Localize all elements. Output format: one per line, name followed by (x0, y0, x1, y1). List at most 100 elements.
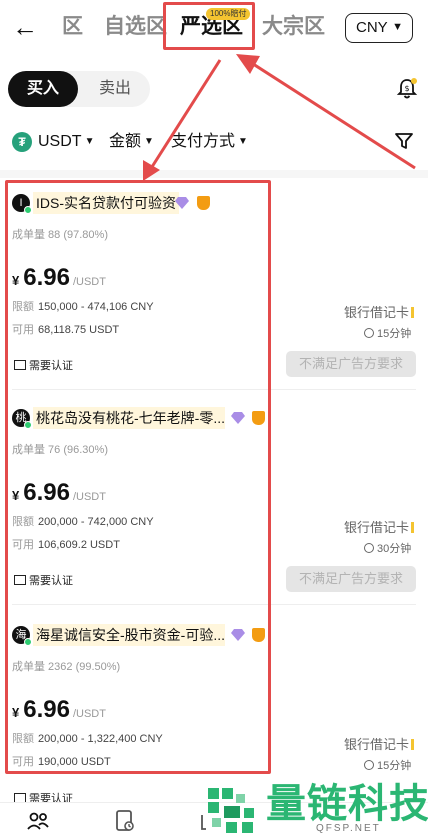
diamond-icon (175, 197, 189, 209)
payment-method: 银行借记卡 (344, 517, 415, 536)
available-value: 68,118.75 USDT (38, 324, 120, 336)
verify-label: 需要认证 (29, 360, 73, 372)
payment-label: 银行借记卡 (344, 305, 410, 320)
available-value: 190,000 USDT (38, 756, 111, 768)
ad-card[interactable]: 桃 桃花岛没有桃花-七年老牌-零... 成单量 76 (96.30%) ¥6.9… (0, 395, 428, 605)
price: ¥6.96/USDT (12, 479, 106, 507)
watermark-text: 量链科技 (266, 782, 428, 826)
limit-row: 限额 200,000 - 742,000 CNY (12, 513, 154, 529)
filter-bar: ₮ USDT ▼ 金额 ▼ 支付方式 ▼ (0, 124, 428, 160)
avatar-letter: I (19, 197, 23, 209)
back-arrow-icon[interactable]: ← (12, 12, 38, 42)
clock-icon (364, 328, 374, 338)
ad-card[interactable]: I IDS-实名贷款付可验资 成单量 88 (97.80%) ¥6.96/USD… (0, 180, 428, 390)
caret-down-icon: ▼ (392, 21, 403, 33)
id-card-icon (14, 575, 26, 585)
payment-method: 银行借记卡 (344, 734, 415, 753)
available-value: 106,609.2 USDT (38, 539, 120, 551)
price-value: 6.96 (23, 264, 70, 291)
buy-button[interactable]: 买入 (8, 71, 78, 107)
coin-filter-label: USDT (38, 133, 82, 150)
brand-logo-icon (208, 788, 254, 833)
coin-filter[interactable]: USDT ▼ (38, 130, 94, 154)
limit-label: 限额 (12, 516, 34, 528)
available-row: 可用 106,609.2 USDT (12, 536, 120, 552)
avatar: I (12, 194, 32, 214)
online-dot (24, 421, 32, 429)
shield-icon (252, 411, 265, 425)
ad-separator (12, 604, 416, 605)
verify-label: 需要认证 (29, 575, 73, 587)
price-value: 6.96 (23, 479, 70, 506)
diamond-icon (231, 629, 245, 641)
payment-time: 15分钟 (364, 757, 411, 773)
currency-value: CNY (356, 19, 388, 36)
limit-row: 限额 150,000 - 474,106 CNY (12, 298, 154, 314)
buy-sell-toggle: 买入 卖出 (8, 71, 150, 107)
price: ¥6.96/USDT (12, 696, 106, 724)
caret-down-icon: ▼ (84, 136, 95, 147)
merchant-name[interactable]: 桃花岛没有桃花-七年老牌-零... (33, 407, 225, 429)
payment-filter[interactable]: 支付方式 ▼ (171, 130, 248, 154)
merchant-name[interactable]: IDS-实名贷款付可验资 (33, 192, 179, 214)
payment-label: 银行借记卡 (344, 520, 410, 535)
requirement-unmet-button[interactable]: 不满足广告方要求 (286, 566, 416, 592)
avatar: 海 (12, 626, 32, 646)
currency-symbol: ¥ (12, 488, 20, 503)
users-icon[interactable] (26, 809, 50, 833)
caret-down-icon: ▼ (144, 136, 154, 147)
order-stats: 成单量 76 (96.30%) (12, 444, 108, 456)
price-unit: /USDT (72, 276, 106, 288)
currency-symbol: ¥ (12, 273, 20, 288)
watermark: 量链科技 QFSP.NET (206, 782, 428, 837)
price-unit: /USDT (72, 708, 106, 720)
tab-favorites[interactable]: 自选区 (104, 12, 167, 42)
time-label: 30分钟 (377, 543, 412, 555)
payment-color-bar (411, 739, 415, 750)
order-stats: 成单量 2362 (99.50%) (12, 661, 121, 673)
payment-filter-label: 支付方式 (171, 133, 236, 150)
payment-color-bar (411, 522, 415, 533)
limit-value: 200,000 - 1,322,400 CNY (38, 733, 163, 745)
bell-icon[interactable]: $ (396, 78, 418, 100)
verify-required: 需要认证 (14, 357, 73, 373)
tether-icon: ₮ (12, 132, 32, 152)
arrow-to-tab-head (236, 54, 260, 74)
limit-value: 150,000 - 474,106 CNY (38, 301, 154, 313)
order-stats: 成单量 88 (97.80%) (12, 229, 108, 241)
price-value: 6.96 (23, 696, 70, 723)
payment-method: 银行借记卡 (344, 302, 415, 321)
payment-color-bar (411, 307, 415, 318)
tab-bulk-zone[interactable]: 大宗区 (262, 12, 325, 42)
price-unit: /USDT (72, 491, 106, 503)
svg-text:$: $ (404, 84, 409, 93)
amount-filter[interactable]: 金额 ▼ (109, 130, 154, 154)
merchant-name[interactable]: 海星诚信安全-股市资金-可验... (33, 624, 225, 646)
limit-row: 限额 200,000 - 1,322,400 CNY (12, 730, 163, 746)
tab-partial[interactable]: 区 (62, 12, 83, 42)
limit-label: 限额 (12, 301, 34, 313)
available-label: 可用 (12, 539, 34, 551)
payment-label: 银行借记卡 (344, 737, 410, 752)
available-row: 可用 190,000 USDT (12, 753, 111, 769)
clock-icon (364, 543, 374, 553)
currency-symbol: ¥ (12, 705, 20, 720)
sell-button[interactable]: 卖出 (80, 71, 150, 107)
ad-separator (12, 389, 416, 390)
requirement-unmet-button[interactable]: 不满足广告方要求 (286, 351, 416, 377)
clock-icon (364, 760, 374, 770)
id-card-icon (14, 360, 26, 370)
online-dot (24, 638, 32, 646)
orders-icon[interactable] (113, 809, 137, 833)
currency-select[interactable]: CNY ▼ (345, 13, 413, 43)
shield-icon (197, 196, 210, 210)
payment-time: 30分钟 (364, 540, 411, 556)
limit-label: 限额 (12, 733, 34, 745)
diamond-icon (231, 412, 245, 424)
available-row: 可用 68,118.75 USDT (12, 321, 119, 337)
section-divider (0, 170, 428, 178)
funnel-icon[interactable] (394, 131, 414, 151)
time-label: 15分钟 (377, 760, 412, 772)
guarantee-badge: 100%賠付 (206, 8, 251, 20)
online-dot (24, 206, 32, 214)
